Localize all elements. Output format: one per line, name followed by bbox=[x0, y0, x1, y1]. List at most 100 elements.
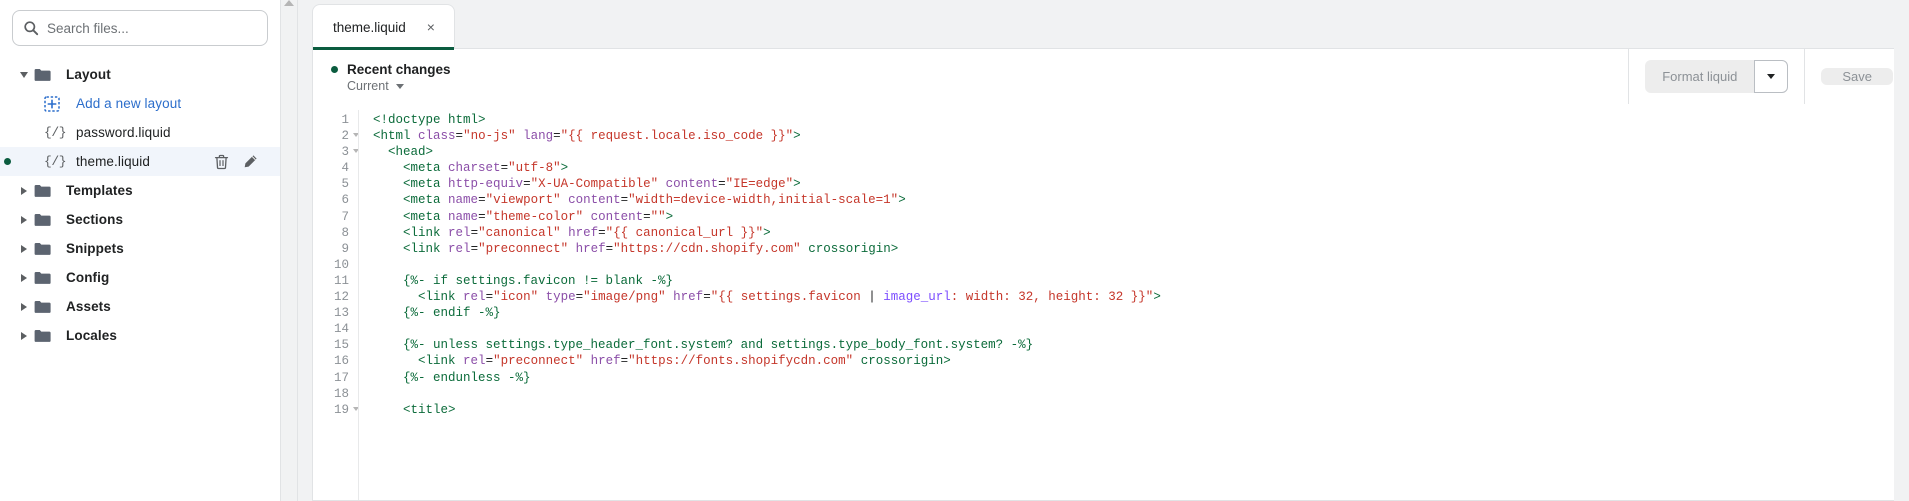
liquid-file-icon: {/} bbox=[44, 125, 67, 140]
format-menu-button[interactable] bbox=[1754, 60, 1789, 93]
sidebar-item-label: theme.liquid bbox=[76, 154, 150, 169]
fold-toggle-icon[interactable] bbox=[353, 149, 359, 154]
line-number: 16 bbox=[333, 354, 349, 369]
sidebar-item-label: Add a new layout bbox=[76, 96, 182, 111]
modified-dot-icon bbox=[3, 158, 11, 165]
tab-theme-liquid[interactable]: theme.liquid × bbox=[312, 4, 455, 50]
tab-strip: theme.liquid × bbox=[298, 0, 1909, 50]
version-label: Current bbox=[347, 79, 389, 93]
caret-glyph bbox=[21, 273, 27, 282]
chevron-right-icon[interactable] bbox=[14, 273, 34, 282]
folder-icon bbox=[34, 68, 60, 82]
code-line[interactable]: <link rel="icon" type="image/png" href="… bbox=[373, 289, 1894, 305]
file-sidebar: Layout Add a new layout {/} password.liquid… bbox=[0, 0, 280, 501]
tab-label: theme.liquid bbox=[333, 19, 406, 35]
version-selector[interactable]: Current bbox=[331, 79, 451, 93]
line-number: 12 bbox=[333, 290, 349, 305]
code-line[interactable]: {%- unless settings.type_header_font.sys… bbox=[373, 337, 1894, 353]
sidebar-item-password-liquid[interactable]: {/} password.liquid bbox=[0, 118, 280, 147]
recent-changes-title-row: Recent changes bbox=[331, 62, 451, 77]
line-number: 1 bbox=[341, 113, 349, 127]
code-line[interactable] bbox=[373, 321, 1894, 337]
delete-icon[interactable] bbox=[214, 154, 229, 170]
line-number: 7 bbox=[341, 209, 349, 224]
chevron-right-icon[interactable] bbox=[14, 331, 34, 340]
code-line[interactable]: <meta name="viewport" content="width=dev… bbox=[373, 192, 1894, 208]
line-number: 4 bbox=[341, 161, 349, 176]
code-line[interactable]: {%- endunless -%} bbox=[373, 370, 1894, 386]
code-line[interactable]: <link rel="preconnect" href="https://cdn… bbox=[373, 241, 1894, 257]
sidebar-item-theme-liquid[interactable]: {/} theme.liquid bbox=[0, 147, 280, 176]
folder-icon bbox=[34, 213, 60, 227]
search-icon bbox=[23, 20, 39, 36]
code-area: 1 2 3 4 5 6 7 8 9 10 11 12 13 14 15 16 17 18 19 <!doctype … bbox=[313, 104, 1909, 500]
code-scroll-region[interactable]: 1 2 3 4 5 6 7 8 9 10 11 12 13 14 15 16 17 18 19 <!doctype … bbox=[313, 104, 1894, 500]
caret-glyph bbox=[21, 244, 27, 253]
caret-glyph bbox=[21, 215, 27, 224]
code-line[interactable]: {%- if settings.favicon != blank -%} bbox=[373, 273, 1894, 289]
sidebar-item-sections[interactable]: Sections bbox=[0, 205, 280, 234]
sidebar-item-templates[interactable]: Templates bbox=[0, 176, 280, 205]
code-line[interactable]: <!doctype html> bbox=[373, 112, 1894, 128]
line-number: 6 bbox=[341, 193, 349, 208]
sidebar-item-snippets[interactable]: Snippets bbox=[0, 234, 280, 263]
code-line[interactable] bbox=[373, 257, 1894, 273]
add-box-icon bbox=[44, 95, 70, 112]
format-liquid-button[interactable]: Format liquid bbox=[1645, 60, 1755, 93]
line-number: 2 bbox=[313, 128, 359, 144]
chevron-right-icon[interactable] bbox=[14, 186, 34, 195]
code-line[interactable]: <html class="no-js" lang="{{ request.loc… bbox=[373, 128, 1894, 144]
chevron-right-icon[interactable] bbox=[14, 244, 34, 253]
line-number: 18 bbox=[333, 386, 349, 401]
code-line[interactable] bbox=[373, 386, 1894, 402]
code-line[interactable]: <meta name="theme-color" content=""> bbox=[373, 209, 1894, 225]
format-action-group: Format liquid bbox=[1628, 49, 1804, 104]
code-content[interactable]: <!doctype html> <html class="no-js" lang=… bbox=[359, 104, 1894, 500]
modified-dot-slot bbox=[0, 158, 14, 165]
chevron-right-icon[interactable] bbox=[14, 302, 34, 311]
sidebar-item-assets[interactable]: Assets bbox=[0, 292, 280, 321]
sidebar-item-layout[interactable]: Layout bbox=[0, 60, 280, 89]
panel-resize-gutter[interactable] bbox=[280, 0, 298, 501]
line-number: 11 bbox=[333, 273, 349, 288]
fold-toggle-icon[interactable] bbox=[353, 133, 359, 138]
sidebar-item-label: Sections bbox=[66, 212, 124, 227]
code-line[interactable]: <head> bbox=[373, 144, 1894, 160]
folder-icon bbox=[34, 329, 60, 343]
line-number: 5 bbox=[341, 177, 349, 192]
line-number: 14 bbox=[333, 322, 349, 337]
line-number: 19 bbox=[313, 402, 359, 418]
right-rail bbox=[1894, 0, 1909, 501]
caret-glyph bbox=[21, 302, 27, 311]
sidebar-item-label: Snippets bbox=[66, 241, 124, 256]
search-input[interactable] bbox=[47, 20, 257, 36]
header-actions: Format liquid Save bbox=[1628, 49, 1909, 104]
rename-icon[interactable] bbox=[243, 154, 258, 169]
chevron-right-icon[interactable] bbox=[14, 215, 34, 224]
line-number: 15 bbox=[333, 338, 349, 353]
gutter-handle-icon bbox=[284, 0, 294, 6]
code-line[interactable]: <meta charset="utf-8"> bbox=[373, 160, 1894, 176]
code-line[interactable]: <meta http-equiv="X-UA-Compatible" conte… bbox=[373, 176, 1894, 192]
editor-panel: theme.liquid × Recent changes Current Fo… bbox=[298, 0, 1909, 501]
code-line[interactable]: <title> bbox=[373, 402, 1894, 418]
sidebar-item-add-a-new-layout[interactable]: Add a new layout bbox=[0, 89, 280, 118]
search-box[interactable] bbox=[12, 10, 268, 46]
code-line[interactable]: <link rel="preconnect" href="https://fon… bbox=[373, 353, 1894, 369]
save-button[interactable]: Save bbox=[1821, 68, 1893, 85]
row-actions bbox=[214, 154, 270, 170]
chevron-down-icon[interactable] bbox=[14, 71, 34, 78]
tab-active-underline bbox=[313, 47, 454, 50]
code-line[interactable]: <link rel="canonical" href="{{ canonical… bbox=[373, 225, 1894, 241]
caret-glyph bbox=[21, 186, 27, 195]
code-line[interactable]: {%- endif -%} bbox=[373, 305, 1894, 321]
sidebar-item-config[interactable]: Config bbox=[0, 263, 280, 292]
close-icon[interactable]: × bbox=[424, 18, 438, 36]
line-number: 9 bbox=[341, 241, 349, 256]
sidebar-item-label: Assets bbox=[66, 299, 111, 314]
format-split-button: Format liquid bbox=[1645, 60, 1789, 93]
sidebar-item-label: Config bbox=[66, 270, 110, 285]
fold-toggle-icon[interactable] bbox=[353, 406, 359, 411]
sidebar-item-locales[interactable]: Locales bbox=[0, 321, 280, 350]
sidebar-item-label: password.liquid bbox=[76, 125, 171, 140]
